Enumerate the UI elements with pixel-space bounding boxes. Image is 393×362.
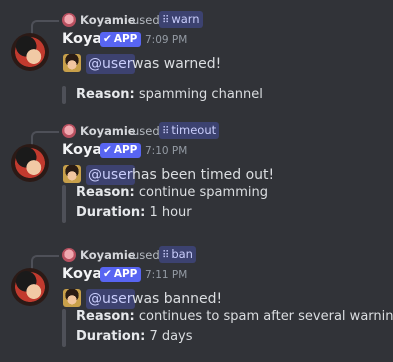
user-mention[interactable]: @user	[86, 54, 135, 74]
command-name: ban	[171, 247, 193, 261]
avatar[interactable]	[11, 268, 49, 306]
author-name[interactable]: Koya	[62, 265, 102, 283]
reason-line: Reason: continue spamming	[76, 184, 268, 202]
reply-avatar[interactable]	[62, 248, 76, 262]
duration-value: 1 hour	[149, 205, 192, 220]
slash-command-chip[interactable]: ⠿ ban	[159, 246, 196, 263]
duration-line: Duration: 7 days	[76, 328, 193, 346]
duration-line: Duration: 1 hour	[76, 204, 192, 222]
reply-connector	[31, 255, 59, 269]
user-emoji-icon	[63, 289, 81, 307]
reply-avatar[interactable]	[62, 13, 76, 27]
author-name[interactable]: Koya	[62, 141, 102, 159]
reply-connector	[31, 131, 59, 145]
reply-username[interactable]: Koyamie	[80, 248, 136, 262]
message-text: was banned!	[132, 291, 223, 307]
avatar[interactable]	[11, 144, 49, 182]
reply-used-text: used	[132, 248, 160, 262]
slash-command-chip[interactable]: ⠿ warn	[159, 11, 203, 28]
timestamp[interactable]: 7:09 PM	[145, 33, 187, 47]
command-name: timeout	[171, 123, 217, 137]
reply-used-text: used	[132, 13, 160, 27]
app-badge-label: APP	[113, 268, 138, 280]
reason-value: continues to spam after several warnings	[138, 309, 393, 324]
quote-bar	[62, 185, 66, 223]
reason-line: Reason: continues to spam after several …	[76, 308, 393, 326]
reason-line: Reason: spamming channel	[76, 86, 263, 104]
check-icon: ✔	[103, 33, 112, 45]
message-warn: Koyamie used ⠿ warn Koya ✔ APP 7:09 PM @us…	[0, 8, 393, 113]
user-emoji-icon	[63, 54, 81, 72]
reply-connector	[31, 20, 59, 34]
message-ban: Koyamie used ⠿ ban Koya ✔ APP 7:11 PM @use…	[0, 243, 393, 348]
message-text: has been timed out!	[132, 167, 275, 183]
app-badge: ✔ APP	[100, 143, 142, 158]
reason-label: Reason:	[76, 87, 135, 102]
app-badge-label: APP	[113, 144, 138, 156]
app-badge: ✔ APP	[100, 32, 142, 47]
reason-label: Reason:	[76, 185, 135, 200]
reason-label: Reason:	[76, 309, 135, 324]
slash-command-icon: ⠿	[162, 250, 170, 261]
timestamp[interactable]: 7:10 PM	[145, 144, 187, 158]
message-text: was warned!	[132, 56, 222, 72]
reply-used-text: used	[132, 124, 160, 138]
quote-bar	[62, 86, 66, 104]
reason-value: continue spamming	[138, 185, 268, 200]
duration-label: Duration:	[76, 205, 146, 220]
check-icon: ✔	[103, 144, 112, 156]
check-icon: ✔	[103, 268, 112, 280]
slash-command-icon: ⠿	[162, 15, 170, 26]
avatar[interactable]	[11, 33, 49, 71]
duration-label: Duration:	[76, 329, 146, 344]
duration-value: 7 days	[149, 329, 193, 344]
command-name: warn	[171, 12, 200, 26]
user-mention[interactable]: @user	[86, 165, 135, 185]
reply-avatar[interactable]	[62, 124, 76, 138]
timestamp[interactable]: 7:11 PM	[145, 268, 187, 282]
reply-username[interactable]: Koyamie	[80, 124, 136, 138]
message-timeout: Koyamie used ⠿ timeout Koya ✔ APP 7:10 PM …	[0, 119, 393, 224]
slash-command-chip[interactable]: ⠿ timeout	[159, 122, 220, 139]
user-emoji-icon	[63, 165, 81, 183]
reason-value: spamming channel	[138, 87, 263, 102]
reply-username[interactable]: Koyamie	[80, 13, 136, 27]
quote-bar	[62, 309, 66, 347]
author-name[interactable]: Koya	[62, 30, 102, 48]
user-mention[interactable]: @user	[86, 289, 135, 309]
app-badge: ✔ APP	[100, 267, 142, 282]
app-badge-label: APP	[113, 33, 138, 45]
slash-command-icon: ⠿	[162, 126, 170, 137]
